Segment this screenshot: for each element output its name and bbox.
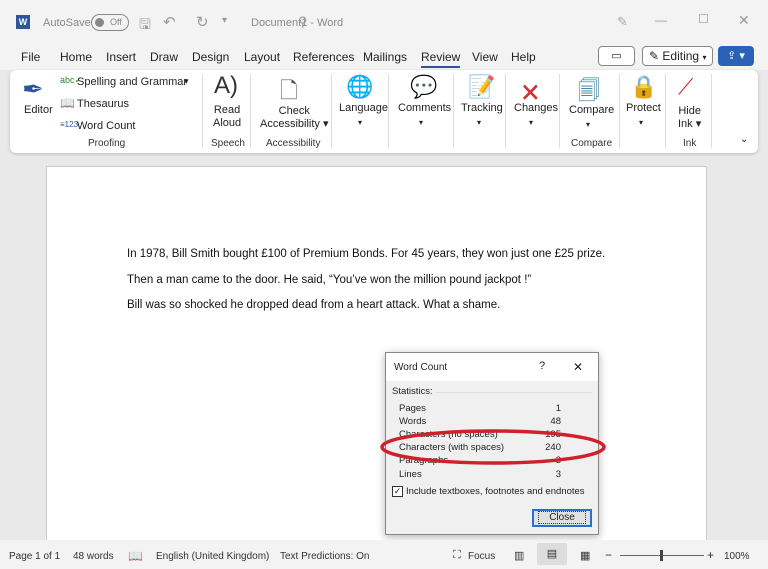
spelling-grammar-button[interactable]: Spelling and Grammar [77, 76, 187, 88]
close-button[interactable]: Close [532, 509, 592, 527]
zoom-out-button[interactable]: − [605, 548, 612, 562]
maximize-button[interactable]: ☐ [698, 12, 709, 26]
proofing-book-icon[interactable]: 📖 [128, 549, 143, 563]
check-accessibility-button[interactable]: Check Accessibility ▾ [260, 105, 328, 131]
language-icon: 🌐 [346, 74, 374, 99]
dialog-close-icon[interactable]: ✕ [573, 360, 583, 374]
read-mode-icon[interactable]: ▥ [514, 549, 524, 562]
pen-icon[interactable]: ✎ [617, 14, 628, 30]
editing-label: Editing [662, 49, 700, 63]
dialog-title: Word Count [394, 362, 448, 373]
autosave-label: AutoSave [43, 17, 91, 29]
hide-ink-icon: ⟋ [678, 74, 694, 99]
word-count-icon: ≡123 [60, 120, 79, 129]
page-indicator[interactable]: Page 1 of 1 [9, 551, 60, 562]
thesaurus-button[interactable]: Thesaurus [77, 98, 129, 110]
focus-icon[interactable]: ⛶ [453, 549, 461, 562]
tab-insert[interactable]: Insert [106, 50, 136, 64]
autosave-toggle[interactable]: Off [91, 14, 129, 31]
compare-group-label: Compare [571, 138, 613, 149]
spelling-dropdown-icon[interactable]: ▾ [184, 76, 189, 87]
save-icon[interactable]: 🖫 [139, 14, 151, 38]
tab-mailings[interactable]: Mailings [363, 50, 407, 64]
focus-button[interactable]: Focus [468, 551, 495, 562]
customize-qat-icon[interactable]: ▾ [222, 15, 227, 26]
editor-button[interactable]: Editor [24, 104, 53, 116]
word-icon: W [16, 15, 30, 29]
tracking-icon: 📝 [468, 74, 496, 99]
document-paragraph: Bill was so shocked he dropped dead from… [127, 299, 501, 311]
protect-button[interactable]: Protect [626, 102, 661, 114]
tab-view[interactable]: View [472, 50, 498, 64]
stat-row-lines: Lines 3 [399, 469, 561, 480]
collapse-ribbon-icon[interactable]: ⌄ [740, 134, 748, 145]
ribbon: ✒ Editor abc✓ Spelling and Grammar ▾ 📖 T… [10, 70, 758, 153]
compare-button[interactable]: Compare [569, 104, 614, 116]
tab-layout[interactable]: Layout [244, 50, 280, 64]
tab-draw[interactable]: Draw [150, 50, 178, 64]
tracking-button[interactable]: Tracking [461, 102, 503, 114]
read-aloud-button[interactable]: Read Aloud [213, 104, 241, 130]
document-paragraph: In 1978, Bill Smith bought £100 of Premi… [127, 248, 606, 260]
comments-button[interactable]: ▭ [598, 46, 635, 66]
autosave-state: Off [110, 17, 122, 27]
menu-tabs: File Home Insert Draw Design Layout Refe… [0, 44, 768, 70]
document-paragraph: Then a man came to the door. He said, “Y… [127, 274, 532, 286]
proofing-group-label: Proofing [88, 138, 126, 149]
tab-references[interactable]: References [293, 50, 354, 64]
word-count-indicator[interactable]: 48 words [73, 551, 114, 562]
language-button[interactable]: Language [339, 102, 388, 114]
zoom-slider[interactable] [620, 550, 704, 561]
tab-design[interactable]: Design [192, 50, 229, 64]
editing-mode-button[interactable]: ✎ Editing ▾ [642, 46, 713, 66]
search-icon[interactable]: ⚲ [298, 14, 308, 30]
zoom-slider-thumb[interactable] [660, 550, 663, 561]
pencil-icon: ✎ [649, 49, 660, 63]
document-page[interactable]: In 1978, Bill Smith bought £100 of Premi… [46, 166, 707, 546]
comments-icon: 💬 [410, 74, 438, 99]
thesaurus-icon: 📖 [60, 96, 75, 110]
text-predictions-indicator[interactable]: Text Predictions: On [280, 551, 369, 562]
word-count-button[interactable]: Word Count [77, 120, 136, 132]
read-aloud-icon: A) [214, 72, 238, 99]
status-bar: Page 1 of 1 48 words 📖 English (United K… [0, 540, 768, 569]
close-window-button[interactable]: ✕ [738, 12, 750, 29]
include-checkbox-label[interactable]: Include textboxes, footnotes and endnote… [406, 486, 585, 497]
comments-group-button[interactable]: Comments [398, 102, 451, 114]
ink-group-label: Ink [683, 138, 697, 149]
share-button[interactable]: ⇪ ▾ [718, 46, 754, 66]
redo-icon[interactable]: ↻ [196, 13, 209, 31]
hide-ink-button[interactable]: Hide Ink ▾ [678, 105, 701, 131]
stat-row-pages: Pages 1 [399, 403, 561, 414]
help-button[interactable]: ? [539, 360, 545, 372]
statistics-label: Statistics: [392, 386, 433, 397]
red-highlight-ellipse [380, 429, 606, 465]
tab-home[interactable]: Home [60, 50, 92, 64]
editor-icon[interactable]: ✒ [22, 74, 44, 105]
speech-group-label: Speech [211, 138, 245, 149]
tab-help[interactable]: Help [511, 50, 536, 64]
title-bar: W AutoSave Off 🖫 ↶ ↻ ▾ Document1 - Word … [0, 0, 768, 44]
zoom-in-button[interactable]: + [707, 548, 714, 562]
web-layout-icon[interactable]: ▦ [580, 549, 590, 562]
undo-icon[interactable]: ↶ [163, 13, 176, 31]
minimize-button[interactable]: — [655, 13, 667, 27]
tab-review[interactable]: Review [421, 50, 461, 68]
protect-icon: 🔒 [630, 74, 658, 99]
language-indicator[interactable]: English (United Kingdom) [156, 551, 269, 562]
include-checkbox[interactable]: ✓ [392, 486, 403, 497]
accessibility-group-label: Accessibility [266, 138, 321, 149]
print-layout-button[interactable]: ▤ [537, 543, 567, 565]
zoom-level[interactable]: 100% [724, 551, 750, 562]
tab-file[interactable]: File [21, 50, 40, 64]
changes-button[interactable]: Changes [514, 102, 558, 114]
